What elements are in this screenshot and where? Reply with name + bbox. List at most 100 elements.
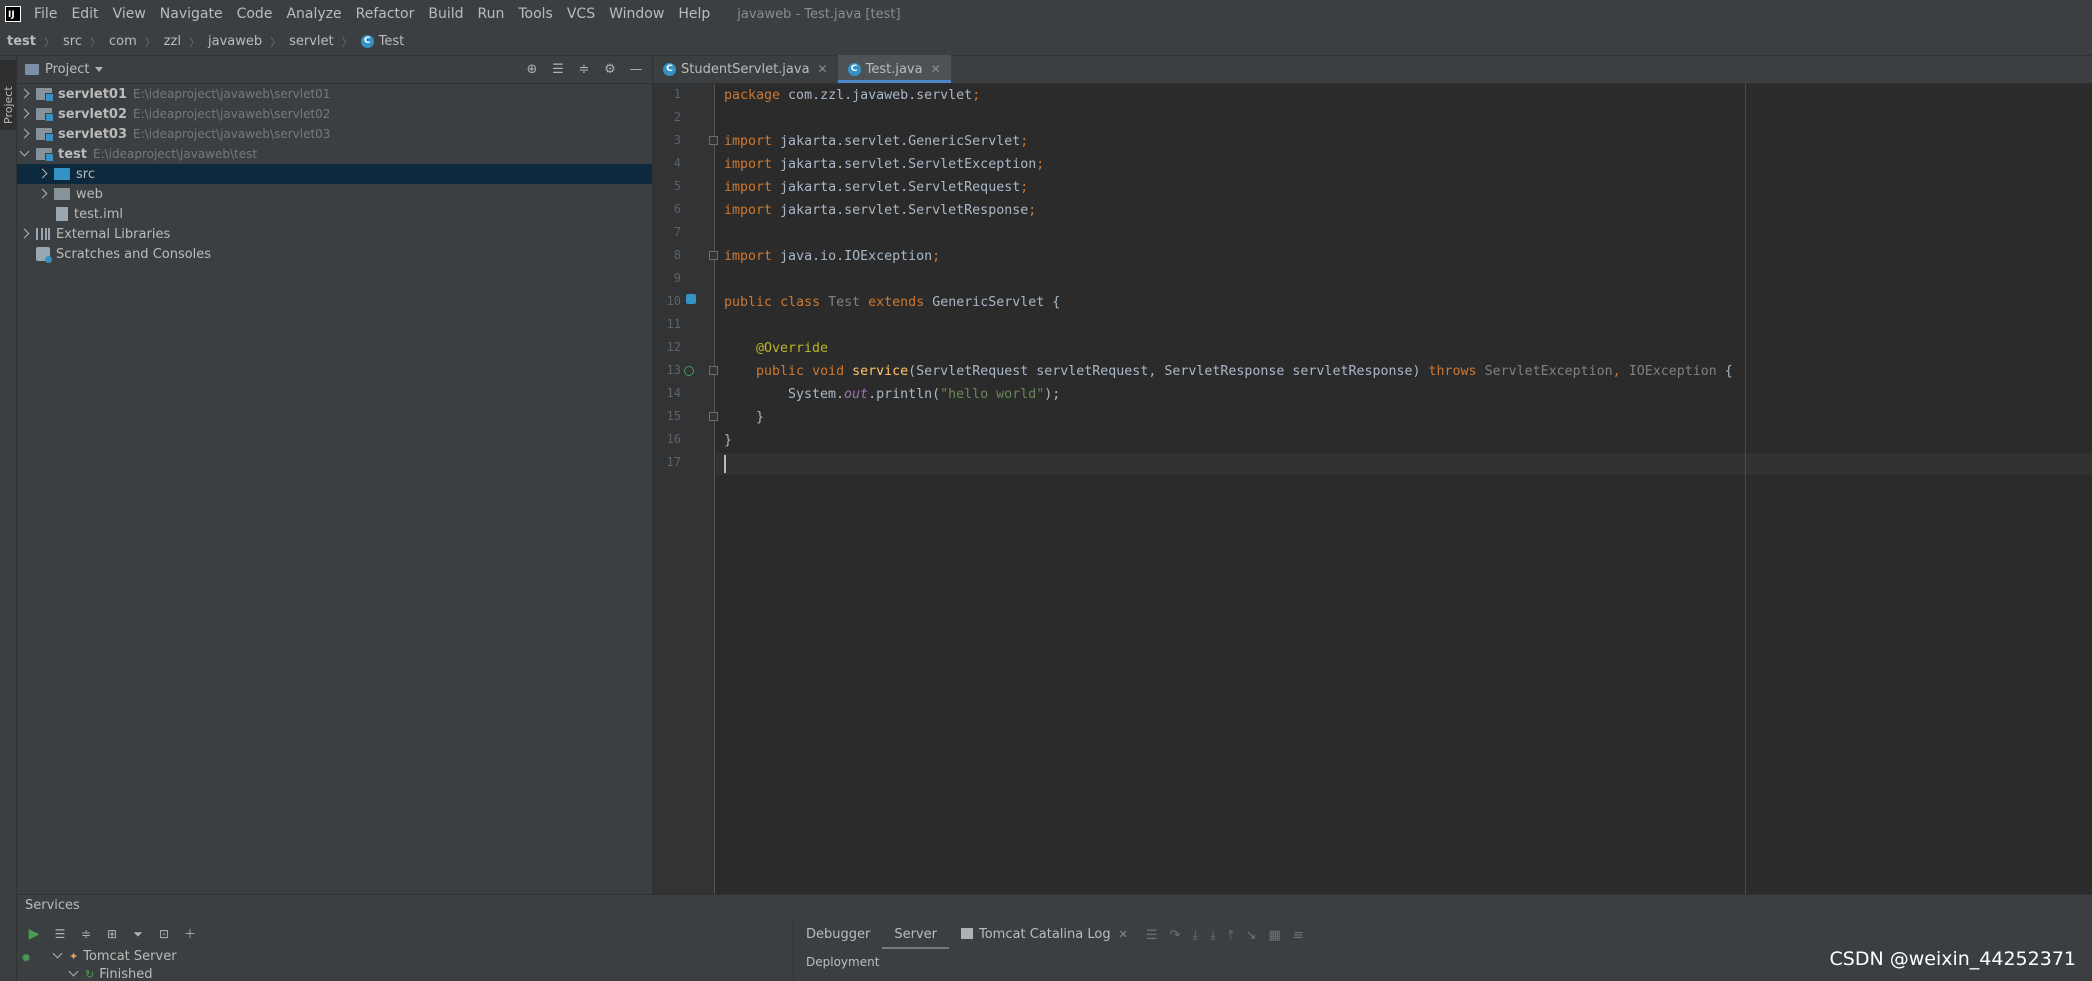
locate-file-icon[interactable]: ⊕: [524, 62, 540, 78]
refresh-icon: ↻: [85, 967, 95, 981]
step-into-icon[interactable]: ⤓: [1192, 928, 1198, 943]
step-out-icon[interactable]: ⤒: [1228, 928, 1234, 943]
tree-item-scratches[interactable]: Scratches and Consoles: [17, 244, 652, 264]
menu-window[interactable]: Window: [602, 0, 671, 28]
project-view-selector[interactable]: Project: [45, 62, 89, 77]
expand-all-icon[interactable]: ☰: [53, 927, 67, 941]
collapse-arrow-icon[interactable]: [20, 149, 30, 159]
line-number: 8: [673, 248, 681, 262]
breadcrumb-item-javaweb[interactable]: javaweb: [208, 34, 262, 49]
tab-test[interactable]: C Test.java ✕: [837, 55, 951, 83]
tab-studentservlet[interactable]: C StudentServlet.java ✕: [653, 55, 838, 83]
tab-debugger[interactable]: Debugger: [794, 921, 882, 949]
menu-analyze[interactable]: Analyze: [279, 0, 348, 28]
breadcrumb-item-servlet[interactable]: servlet: [289, 34, 334, 49]
filter-icon[interactable]: ⏷: [131, 927, 145, 941]
tab-tomcat-catalina-log[interactable]: Tomcat Catalina Log ✕: [949, 921, 1140, 949]
code-line-3: import jakarta.servlet.GenericServlet;: [724, 134, 1029, 149]
code-line-12: @Override: [756, 341, 829, 356]
menu-help[interactable]: Help: [671, 0, 717, 28]
tree-item-path: E:\ideaproject\javaweb\test: [92, 147, 258, 161]
collapse-arrow-icon[interactable]: [53, 951, 63, 961]
run-to-cursor-icon[interactable]: ↘: [1246, 928, 1257, 943]
menu-file[interactable]: File: [27, 0, 64, 28]
expand-arrow-icon[interactable]: [38, 189, 48, 199]
add-service-icon[interactable]: ＋: [183, 927, 197, 941]
menu-navigate[interactable]: Navigate: [153, 0, 230, 28]
menu-view[interactable]: View: [106, 0, 153, 28]
line-number: 6: [673, 202, 681, 216]
collapse-arrow-icon[interactable]: [69, 969, 79, 979]
expand-arrow-icon[interactable]: [20, 129, 30, 139]
tree-item-web[interactable]: web: [17, 184, 652, 204]
code-line-10: public class Test extends GenericServlet…: [724, 295, 1061, 310]
menu-run[interactable]: Run: [471, 0, 512, 28]
chevron-down-icon[interactable]: [95, 67, 104, 72]
line-number: 9: [673, 271, 681, 285]
project-folder-icon: [25, 64, 39, 75]
menu-refactor[interactable]: Refactor: [349, 0, 422, 28]
trace-icon[interactable]: ≡: [1293, 928, 1304, 943]
chevron-right-icon: 〉: [43, 35, 55, 49]
breadcrumb-item-zzl[interactable]: zzl: [164, 34, 181, 49]
services-item-tomcat[interactable]: ✦ Tomcat Server: [17, 947, 792, 965]
group-by-icon[interactable]: ⊞: [105, 927, 119, 941]
tree-item-src[interactable]: src: [17, 164, 652, 184]
close-icon[interactable]: ✕: [818, 62, 828, 76]
expand-arrow-icon[interactable]: [20, 89, 30, 99]
menu-edit[interactable]: Edit: [64, 0, 105, 28]
override-method-icon[interactable]: [684, 366, 694, 376]
menu-build[interactable]: Build: [421, 0, 470, 28]
services-tree: ✦ Tomcat Server ↻ Finished: [17, 947, 792, 981]
force-step-into-icon[interactable]: ⤓: [1210, 928, 1216, 943]
tree-item-test[interactable]: test E:\ideaproject\javaweb\test: [17, 144, 652, 164]
services-item-finished[interactable]: ↻ Finished: [17, 965, 792, 981]
collapse-all-icon[interactable]: ≑: [576, 62, 592, 78]
new-tab-icon[interactable]: ⊡: [157, 927, 171, 941]
breadcrumb-item-test[interactable]: test: [7, 34, 36, 49]
line-number: 10: [666, 294, 681, 308]
menu-code[interactable]: Code: [230, 0, 280, 28]
line-number: 4: [673, 156, 681, 170]
menu-icon[interactable]: ☰: [1146, 928, 1158, 943]
step-over-icon[interactable]: ↷: [1169, 928, 1180, 943]
watermark: CSDN @weixin_44252371: [1829, 948, 2077, 970]
tree-item-test-iml[interactable]: test.iml: [17, 204, 652, 224]
tab-server[interactable]: Server: [882, 921, 949, 949]
tree-item-servlet01[interactable]: servlet01 E:\ideaproject\javaweb\servlet…: [17, 84, 652, 104]
project-tool-window-button[interactable]: Project: [0, 60, 16, 130]
servlet-gutter-icon[interactable]: [686, 294, 696, 304]
tree-item-label: servlet03: [58, 126, 128, 142]
editor-gutter[interactable]: 1 2 3 4 5 6 7 8 9 10 11 12 13 14 15 16 1…: [653, 84, 718, 894]
expand-arrow-icon[interactable]: [20, 229, 30, 239]
tab-label: Tomcat Catalina Log: [979, 927, 1111, 942]
tree-item-path: E:\ideaproject\javaweb\servlet03: [133, 127, 331, 141]
run-icon[interactable]: ▶: [27, 927, 41, 941]
line-number: 1: [673, 87, 681, 101]
evaluate-expression-icon[interactable]: ▦: [1269, 928, 1281, 943]
tree-item-label: web: [76, 186, 103, 202]
menu-tools[interactable]: Tools: [511, 0, 560, 28]
tree-item-external-libraries[interactable]: External Libraries: [17, 224, 652, 244]
expand-all-icon[interactable]: ☰: [550, 62, 566, 78]
breadcrumb-item-src[interactable]: src: [63, 34, 82, 49]
expand-arrow-icon[interactable]: [20, 109, 30, 119]
breadcrumb-item-test-class[interactable]: Test: [379, 34, 405, 49]
services-item-label: Finished: [99, 966, 153, 981]
expand-arrow-icon[interactable]: [38, 169, 48, 179]
tree-item-servlet03[interactable]: servlet03 E:\ideaproject\javaweb\servlet…: [17, 124, 652, 144]
line-number: 12: [666, 340, 681, 354]
code-area[interactable]: package com.zzl.javaweb.servlet; import …: [716, 84, 2092, 894]
close-icon[interactable]: ✕: [931, 62, 941, 76]
menu-vcs[interactable]: VCS: [560, 0, 602, 28]
gear-icon[interactable]: ⚙: [602, 62, 618, 78]
right-margin-guide: [1745, 84, 1746, 894]
breadcrumb-item-com[interactable]: com: [109, 34, 137, 49]
hide-panel-icon[interactable]: —: [628, 62, 644, 78]
close-icon[interactable]: ✕: [1119, 928, 1128, 941]
collapse-all-icon[interactable]: ≑: [79, 927, 93, 941]
deployment-label: Deployment: [806, 955, 880, 969]
tree-item-label: test.iml: [74, 206, 123, 222]
menu-bar: IJ File Edit View Navigate Code Analyze …: [0, 0, 2092, 28]
tree-item-servlet02[interactable]: servlet02 E:\ideaproject\javaweb\servlet…: [17, 104, 652, 124]
